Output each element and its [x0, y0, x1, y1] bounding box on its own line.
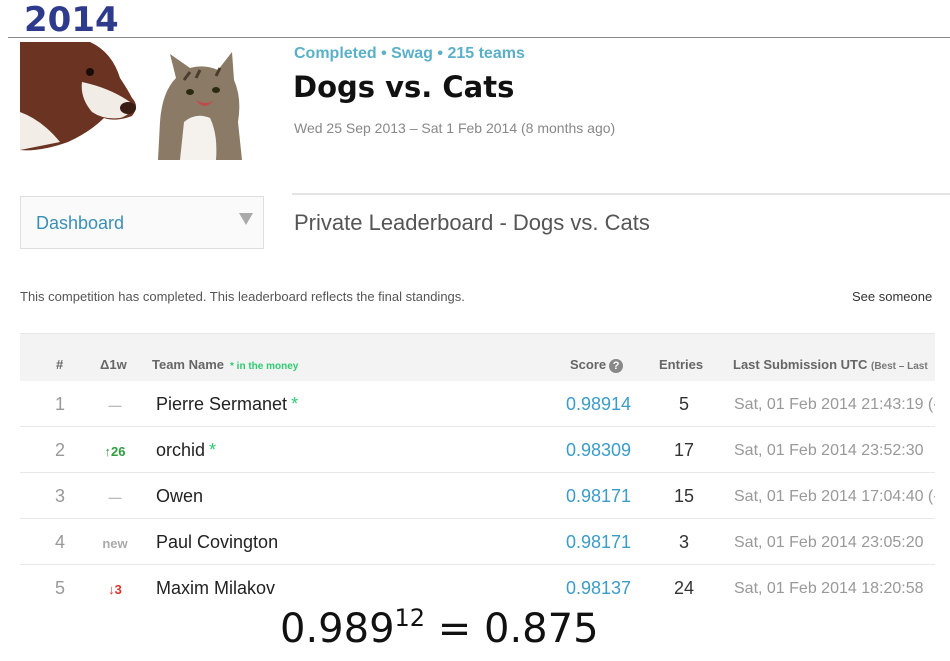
competition-title[interactable]: Dogs vs. Cats — [293, 70, 514, 104]
score-cell: 0.98171 — [566, 532, 632, 552]
last-submission-cell: Sat, 01 Feb 2014 23:05:20 — [734, 534, 924, 551]
caret-down-icon — [239, 213, 253, 225]
delta-cell: — — [108, 490, 122, 505]
money-star: * — [291, 394, 299, 414]
delta-cell: ↓3 — [108, 582, 122, 597]
dashboard-dropdown[interactable]: Dashboard — [20, 196, 264, 249]
team-cell[interactable]: Paul Covington — [156, 532, 282, 553]
team-name: Maxim Milakov — [156, 578, 276, 598]
last-submission-cell: Sat, 01 Feb 2014 17:04:40 (- — [734, 488, 935, 505]
rank-cell: 5 — [55, 578, 66, 598]
score-cell: 0.98137 — [566, 578, 632, 598]
slide-year: 2014 — [24, 0, 119, 40]
dog-and-cat-illustration — [20, 42, 242, 160]
team-cell[interactable]: Maxim Milakov — [156, 578, 279, 599]
header-rank[interactable]: # — [56, 357, 63, 372]
rank-cell: 4 — [55, 532, 66, 552]
entries-cell: 15 — [673, 486, 695, 506]
table-row[interactable]: 3 — Owen 0.98171 15 Sat, 01 Feb 2014 17:… — [20, 473, 935, 519]
table-row[interactable]: 4 new Paul Covington 0.98171 3 Sat, 01 F… — [20, 519, 935, 565]
team-name: orchid — [156, 440, 206, 460]
header-team[interactable]: Team Name * in the money — [152, 357, 298, 372]
formula-result: = 0.875 — [425, 606, 599, 652]
formula-base: 0.989 — [280, 606, 395, 652]
table-header: # Δ1w Team Name * in the money Score? Ent… — [20, 333, 935, 381]
table-row[interactable]: 2 ↑26 orchid * 0.98309 17 Sat, 01 Feb 201… — [20, 427, 935, 473]
competition-thumbnail — [20, 42, 242, 160]
header-delta[interactable]: Δ1w — [100, 357, 127, 372]
help-icon[interactable]: ? — [609, 359, 624, 373]
competition-dates: Wed 25 Sep 2013 – Sat 1 Feb 2014 (8 mont… — [294, 120, 616, 136]
see-someone-link[interactable]: See someone — [852, 289, 940, 304]
leaderboard-title: Private Leaderboard - Dogs vs. Cats — [294, 210, 650, 235]
team-name: Paul Covington — [156, 532, 279, 552]
last-submission-cell: Sat, 01 Feb 2014 23:52:30 — [734, 442, 924, 459]
delta-cell: new — [102, 536, 128, 551]
divider — [8, 37, 950, 38]
leaderboard-table: # Δ1w Team Name * in the money Score? Ent… — [20, 333, 935, 609]
dashboard-dropdown-label: Dashboard — [36, 213, 125, 233]
team-cell[interactable]: Pierre Sermanet * — [156, 394, 298, 415]
rank-cell: 2 — [55, 440, 66, 460]
header-team-label: Team Name — [152, 357, 225, 372]
entries-cell: 17 — [673, 440, 695, 460]
probability-formula: 0.98912 = 0.875 — [280, 604, 599, 652]
table-row[interactable]: 5 ↓3 Maxim Milakov 0.98137 24 Sat, 01 Fe… — [20, 565, 935, 609]
header-last-sub: (Best – Last — [870, 361, 928, 372]
score-cell: 0.98914 — [566, 394, 632, 414]
team-name: Pierre Sermanet — [156, 394, 288, 414]
divider — [292, 193, 950, 195]
team-cell[interactable]: Owen — [156, 486, 207, 507]
completion-notice: This competition has completed. This lea… — [20, 289, 465, 304]
last-submission-cell: Sat, 01 Feb 2014 18:20:58 — [734, 580, 924, 597]
last-submission-cell: Sat, 01 Feb 2014 21:43:19 (- — [734, 396, 935, 413]
table-row[interactable]: 1 — Pierre Sermanet * 0.98914 5 Sat, 01 F… — [20, 381, 935, 427]
team-cell[interactable]: orchid * — [156, 440, 216, 461]
delta-cell: ↑26 — [104, 444, 126, 459]
entries-cell: 5 — [678, 394, 689, 414]
score-cell: 0.98171 — [566, 486, 632, 506]
header-last-submission[interactable]: Last Submission UTC (Best – Last — [733, 357, 928, 372]
score-cell: 0.98309 — [566, 440, 632, 460]
in-the-money-note: * in the money — [230, 361, 299, 372]
header-last-label: Last Submission UTC — [733, 357, 868, 372]
entries-cell: 24 — [673, 578, 695, 598]
header-entries[interactable]: Entries — [659, 357, 703, 372]
rank-cell: 3 — [55, 486, 66, 506]
rank-cell: 1 — [55, 394, 66, 414]
competition-meta: Completed • Swag • 215 teams — [294, 45, 525, 62]
entries-cell: 3 — [678, 532, 689, 552]
delta-cell: — — [108, 398, 122, 413]
team-name: Owen — [156, 486, 204, 506]
money-star: * — [209, 440, 217, 460]
formula-exponent: 12 — [394, 604, 426, 632]
header-score-label: Score — [570, 357, 607, 372]
header-score[interactable]: Score? — [570, 357, 624, 373]
